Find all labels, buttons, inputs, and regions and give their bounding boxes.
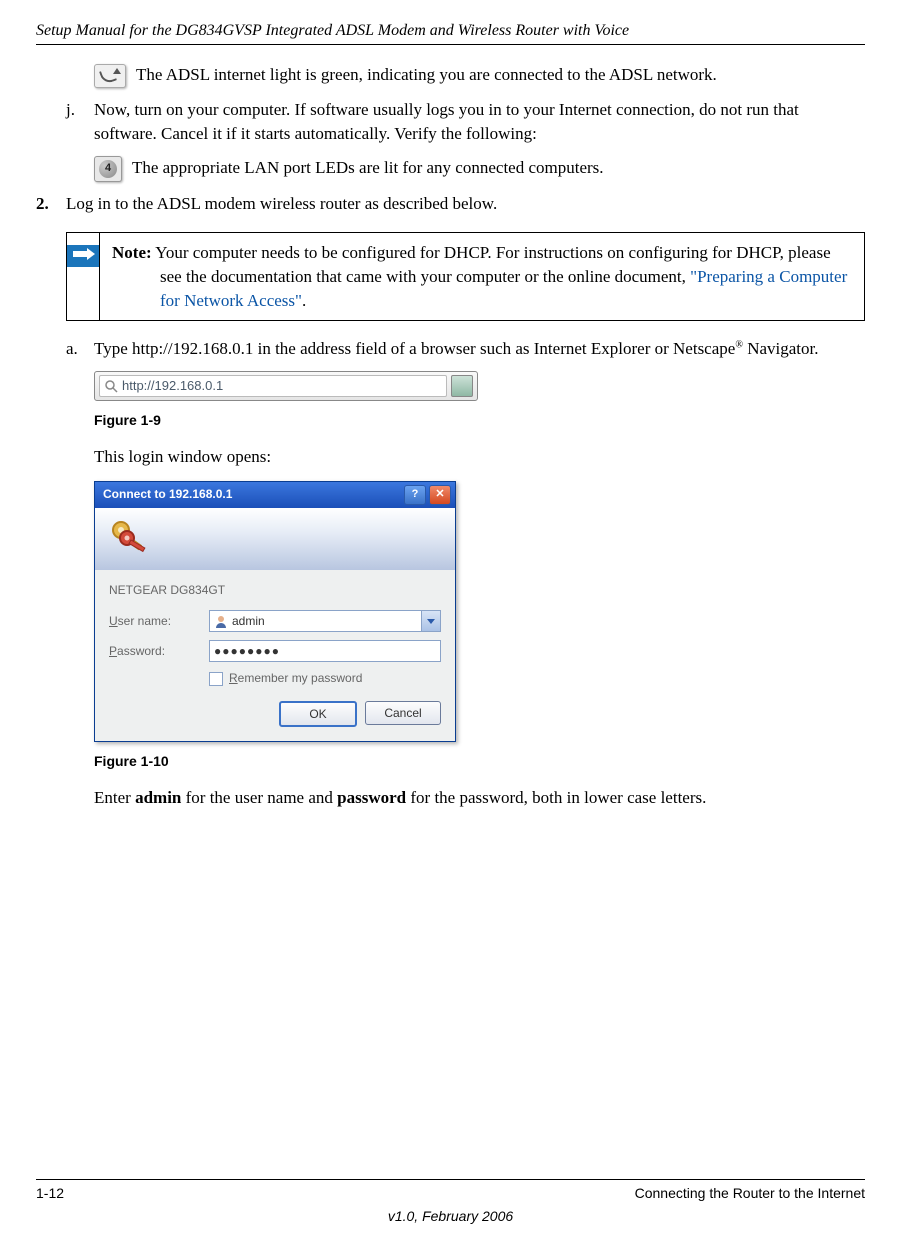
login-buttons: OK Cancel: [109, 701, 441, 727]
address-bar-figure: http://192.168.0.1: [94, 371, 478, 401]
footer-page: 1-12: [36, 1184, 64, 1204]
password-label: Password:: [109, 643, 209, 660]
final-paragraph: Enter admin for the user name and passwo…: [94, 786, 865, 810]
content: The ADSL internet light is green, indica…: [36, 63, 865, 809]
step-a-text: Type http://192.168.0.1 in the address f…: [94, 337, 818, 361]
port-number-value: 4: [99, 160, 117, 178]
close-button[interactable]: ✕: [429, 485, 451, 505]
step-j-marker: j.: [66, 98, 94, 146]
port-number-icon: 4: [94, 156, 122, 182]
lan-text: The appropriate LAN port LEDs are lit fo…: [132, 158, 604, 177]
note-label: Note:: [112, 243, 152, 262]
keys-icon: [107, 516, 151, 560]
ok-button[interactable]: OK: [279, 701, 357, 727]
registered-mark: ®: [735, 340, 743, 351]
address-bar-text: http://192.168.0.1: [122, 377, 223, 395]
footer-rule: [36, 1179, 865, 1180]
final-2: for the user name and: [181, 788, 337, 807]
step-2-text: Log in to the ADSL modem wireless router…: [66, 192, 497, 216]
password-field[interactable]: ●●●●●●●●: [209, 640, 441, 662]
login-banner: [95, 508, 455, 570]
address-bar-inner: http://192.168.0.1: [99, 375, 447, 397]
final-password: password: [337, 788, 406, 807]
step-a-text-2: Navigator.: [743, 339, 819, 358]
login-title: Connect to 192.168.0.1: [103, 486, 401, 503]
note-box: Note: Your computer needs to be configur…: [66, 232, 865, 321]
footer-section: Connecting the Router to the Internet: [635, 1184, 865, 1204]
step-j-text: Now, turn on your computer. If software …: [94, 98, 865, 146]
note-text: Note: Your computer needs to be configur…: [100, 233, 864, 320]
step-2-marker: 2.: [36, 192, 66, 216]
step-a-marker: a.: [66, 337, 94, 361]
help-button[interactable]: ?: [404, 485, 426, 505]
password-value: ●●●●●●●●: [214, 643, 280, 660]
adsl-paragraph: The ADSL internet light is green, indica…: [94, 63, 865, 88]
username-row: User name: admin: [109, 610, 441, 632]
figure-1-10-caption: Figure 1-10: [94, 752, 865, 772]
lan-paragraph: 4 The appropriate LAN port LEDs are lit …: [94, 156, 865, 182]
step-a-text-1: Type http://192.168.0.1 in the address f…: [94, 339, 735, 358]
username-label: User name:: [109, 613, 209, 630]
final-3: for the password, both in lower case let…: [406, 788, 706, 807]
cancel-button[interactable]: Cancel: [365, 701, 441, 725]
footer: 1-12 Connecting the Router to the Intern…: [36, 1179, 865, 1227]
step-j: j. Now, turn on your computer. If softwa…: [66, 98, 865, 146]
step-a: a. Type http://192.168.0.1 in the addres…: [66, 337, 865, 361]
note-icon-cell: [67, 233, 100, 320]
login-dialog-figure: Connect to 192.168.0.1 ? ✕ NETGEAR DG834…: [94, 481, 456, 743]
note-arrow-icon: [67, 245, 99, 267]
remember-label: Remember my password: [229, 670, 362, 687]
step-2: 2. Log in to the ADSL modem wireless rou…: [36, 192, 865, 216]
remember-row: Remember my password: [209, 670, 441, 687]
username-value: admin: [232, 613, 265, 630]
final-1: Enter: [94, 788, 135, 807]
login-body: NETGEAR DG834GT User name: admin Passwor…: [95, 570, 455, 742]
note-period: .: [302, 291, 306, 310]
user-icon: [214, 614, 228, 628]
search-icon: [104, 379, 118, 393]
adsl-text: The ADSL internet light is green, indica…: [136, 65, 717, 84]
login-titlebar: Connect to 192.168.0.1 ? ✕: [95, 482, 455, 508]
footer-version: v1.0, February 2006: [36, 1207, 865, 1227]
password-row: Password: ●●●●●●●●: [109, 640, 441, 662]
figure-1-9-caption: Figure 1-9: [94, 411, 865, 431]
remember-checkbox[interactable]: [209, 672, 223, 686]
login-opens-text: This login window opens:: [94, 445, 865, 469]
final-admin: admin: [135, 788, 181, 807]
username-dropdown-icon[interactable]: [421, 611, 440, 631]
header-title: Setup Manual for the DG834GVSP Integrate…: [36, 20, 865, 42]
adsl-link-icon: [94, 64, 126, 88]
login-server-name: NETGEAR DG834GT: [109, 582, 441, 599]
header-rule: [36, 44, 865, 45]
go-button-icon: [451, 375, 473, 397]
username-field[interactable]: admin: [209, 610, 441, 632]
